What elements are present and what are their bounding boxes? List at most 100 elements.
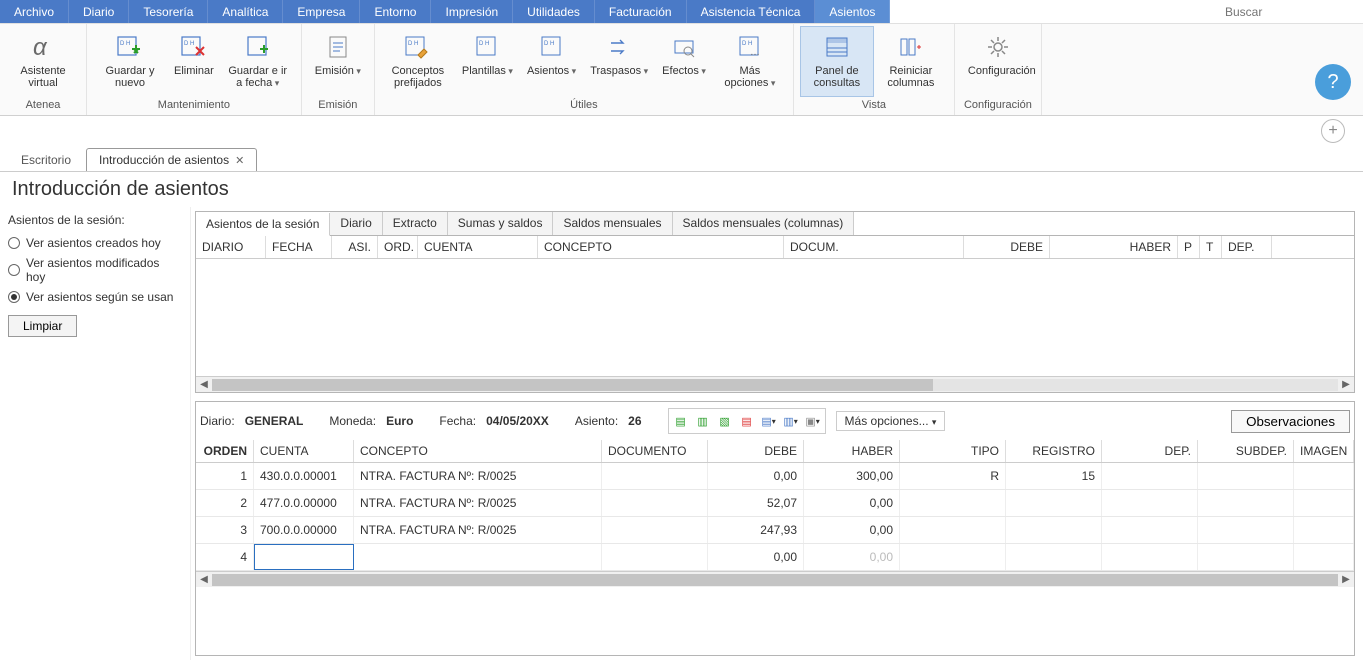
col-debe[interactable]: DEBE — [964, 236, 1050, 258]
limpiar-button[interactable]: Limpiar — [8, 315, 77, 337]
col-t[interactable]: T — [1200, 236, 1222, 258]
menu-utilidades[interactable]: Utilidades — [513, 0, 595, 23]
scroll-left-icon[interactable]: ◀ — [196, 379, 212, 390]
cell[interactable]: R — [900, 463, 1006, 489]
configuracion-button[interactable]: Configuración — [961, 26, 1035, 97]
cell[interactable] — [1294, 517, 1354, 543]
cell[interactable]: 700.0.0.00000 — [254, 517, 354, 543]
menu-entorno[interactable]: Entorno — [360, 0, 431, 23]
cell[interactable] — [1198, 517, 1294, 543]
mini-del-button[interactable]: ▤ — [737, 411, 757, 431]
menu-impresion[interactable]: Impresión — [431, 0, 513, 23]
cell[interactable] — [1294, 490, 1354, 516]
cell[interactable] — [602, 463, 708, 489]
cell[interactable] — [1198, 490, 1294, 516]
menu-asientos[interactable]: Asientos — [815, 0, 890, 23]
col-docum[interactable]: DOCUM. — [784, 236, 964, 258]
col-cuenta[interactable]: CUENTA — [418, 236, 538, 258]
cell[interactable] — [1006, 544, 1102, 570]
help-button[interactable]: ? — [1315, 64, 1351, 100]
inner-tab-sesion[interactable]: Asientos de la sesión — [196, 213, 330, 236]
observaciones-button[interactable]: Observaciones — [1231, 410, 1350, 433]
col-registro[interactable]: REGISTRO — [1006, 440, 1102, 462]
cell[interactable]: 247,93 — [708, 517, 804, 543]
mas-opciones-ribbon-button[interactable]: D H… Más opciones — [713, 26, 787, 97]
col-dep[interactable]: DEP. — [1102, 440, 1198, 462]
scroll-thumb[interactable] — [212, 574, 1338, 586]
asientos-u-button[interactable]: D H Asientos — [520, 26, 583, 97]
inner-tab-saldos[interactable]: Saldos mensuales — [553, 212, 672, 235]
col-orden[interactable]: ORDEN — [196, 440, 254, 462]
traspasos-button[interactable]: Traspasos — [583, 26, 655, 97]
menu-archivo[interactable]: Archivo — [0, 0, 69, 23]
tab-escritorio[interactable]: Escritorio — [8, 148, 84, 171]
cell[interactable]: NTRA. FACTURA Nº: R/0025 — [354, 517, 602, 543]
scroll-right-icon[interactable]: ▶ — [1338, 574, 1354, 585]
panel-consultas-button[interactable]: Panel de consultas — [800, 26, 874, 97]
col-asi[interactable]: ASI. — [332, 236, 378, 258]
search-input[interactable] — [1219, 3, 1359, 21]
cell[interactable]: 1 — [196, 463, 254, 489]
cell[interactable]: 0,00 — [804, 517, 900, 543]
col-documento[interactable]: DOCUMENTO — [602, 440, 708, 462]
guardar-nuevo-button[interactable]: D H Guardar y nuevo — [93, 26, 167, 97]
scroll-right-icon[interactable]: ▶ — [1338, 379, 1354, 390]
col-debe[interactable]: DEBE — [708, 440, 804, 462]
cell[interactable]: 15 — [1006, 463, 1102, 489]
reiniciar-columnas-button[interactable]: Reiniciar columnas — [874, 26, 948, 97]
upper-grid-body[interactable] — [196, 259, 1354, 376]
mini-dup-button[interactable]: ▧ — [715, 411, 735, 431]
menu-empresa[interactable]: Empresa — [283, 0, 360, 23]
emision-button[interactable]: Emisión — [308, 26, 368, 97]
cell[interactable] — [900, 490, 1006, 516]
col-dep[interactable]: DEP. — [1222, 236, 1272, 258]
cell[interactable]: 3 — [196, 517, 254, 543]
efectos-button[interactable]: Efectos — [655, 26, 713, 97]
menu-facturacion[interactable]: Facturación — [595, 0, 687, 23]
inner-tab-diario[interactable]: Diario — [330, 212, 382, 235]
table-row[interactable]: 1430.0.0.00001NTRA. FACTURA Nº: R/00250,… — [196, 463, 1354, 490]
cell[interactable]: NTRA. FACTURA Nº: R/0025 — [354, 490, 602, 516]
radio-creados-hoy[interactable]: Ver asientos creados hoy — [8, 233, 182, 253]
eliminar-button[interactable]: D H Eliminar — [167, 26, 221, 97]
cell[interactable] — [354, 544, 602, 570]
cell[interactable]: 0,00 — [804, 490, 900, 516]
col-ord[interactable]: ORD. — [378, 236, 418, 258]
cell[interactable] — [1102, 490, 1198, 516]
col-tipo[interactable]: TIPO — [900, 440, 1006, 462]
col-fecha[interactable]: FECHA — [266, 236, 332, 258]
cell[interactable] — [1006, 517, 1102, 543]
radio-modificados-hoy[interactable]: Ver asientos modificados hoy — [8, 253, 182, 287]
cell[interactable]: 52,07 — [708, 490, 804, 516]
scroll-thumb[interactable] — [212, 379, 933, 391]
scroll-left-icon[interactable]: ◀ — [196, 574, 212, 585]
menu-tesoreria[interactable]: Tesorería — [129, 0, 208, 23]
cell[interactable] — [602, 544, 708, 570]
cell[interactable]: 0,00 — [708, 544, 804, 570]
col-p[interactable]: P — [1178, 236, 1200, 258]
cell[interactable] — [1102, 517, 1198, 543]
cell[interactable] — [1102, 544, 1198, 570]
cell[interactable] — [1294, 544, 1354, 570]
table-row[interactable]: 2477.0.0.00000NTRA. FACTURA Nº: R/002552… — [196, 490, 1354, 517]
cell[interactable]: 4 — [196, 544, 254, 570]
cell[interactable] — [900, 544, 1006, 570]
close-icon[interactable]: ✕ — [235, 154, 244, 167]
conceptos-button[interactable]: D H Conceptos prefijados — [381, 26, 455, 97]
asistente-virtual-button[interactable]: α Asistente virtual — [6, 26, 80, 97]
plantillas-button[interactable]: D H Plantillas — [455, 26, 520, 97]
cell[interactable] — [1006, 490, 1102, 516]
add-tab-button[interactable]: + — [1321, 119, 1345, 143]
mini-list1-button[interactable]: ▤▾ — [759, 411, 779, 431]
lower-grid-scrollbar[interactable]: ◀ ▶ — [196, 571, 1354, 587]
col-cuenta[interactable]: CUENTA — [254, 440, 354, 462]
col-haber[interactable]: HABER — [804, 440, 900, 462]
col-concepto[interactable]: CONCEPTO — [538, 236, 784, 258]
cell[interactable]: NTRA. FACTURA Nº: R/0025 — [354, 463, 602, 489]
cell[interactable] — [1198, 544, 1294, 570]
col-imagen[interactable]: IMAGEN — [1294, 440, 1354, 462]
cell[interactable] — [900, 517, 1006, 543]
table-row[interactable]: 3700.0.0.00000NTRA. FACTURA Nº: R/0025 24… — [196, 517, 1354, 544]
cell[interactable] — [1198, 463, 1294, 489]
mas-opciones-button[interactable]: Más opciones... ▾ — [836, 411, 946, 431]
